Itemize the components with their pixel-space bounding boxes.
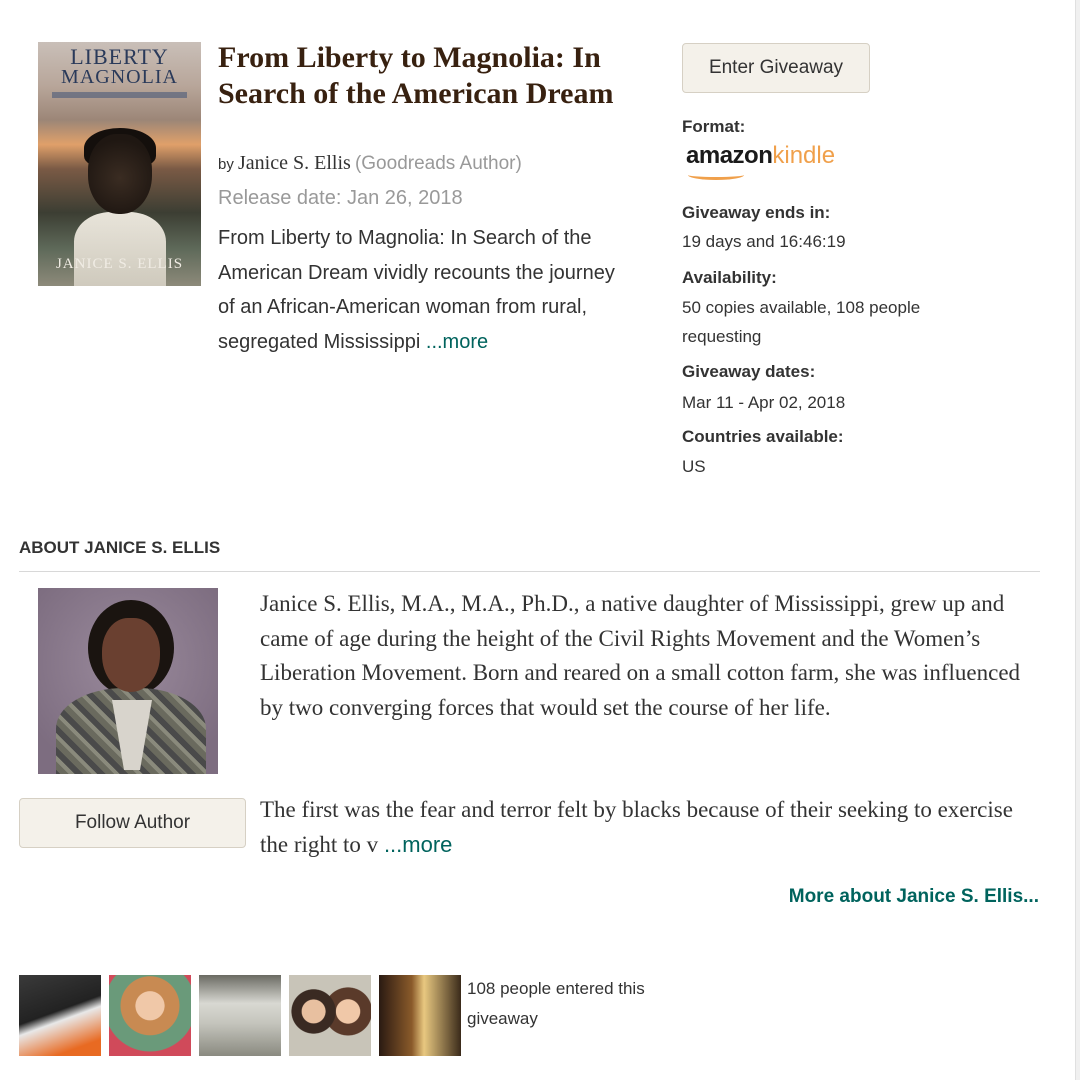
kindle-logo-text: kindle (772, 142, 836, 169)
book-description-text: From Liberty to Magnolia: In Search of t… (218, 227, 615, 353)
availability-value: 50 copies available, 108 people requesti… (682, 298, 921, 346)
follow-author-button[interactable]: Follow Author (19, 798, 246, 848)
countries-label: Countries available: (682, 427, 844, 446)
section-divider (19, 571, 1040, 572)
book-title[interactable]: From Liberty to Magnolia: In Search of t… (218, 40, 638, 112)
entrant-avatars (19, 975, 461, 1056)
entrant-avatar[interactable] (289, 975, 371, 1056)
author-link[interactable]: Janice S. Ellis (238, 152, 351, 174)
ends-label: Giveaway ends in: (682, 203, 831, 222)
amazon-smile-icon (688, 170, 744, 180)
book-description: From Liberty to Magnolia: In Search of t… (218, 221, 618, 359)
dates-value: Mar 11 - Apr 02, 2018 (682, 393, 846, 412)
more-about-author-link[interactable]: More about Janice S. Ellis... (789, 886, 1039, 908)
countries-value: US (682, 457, 706, 476)
by-label: by (218, 156, 234, 173)
description-more-link[interactable]: ...more (426, 331, 488, 353)
cover-title-line2: MAGNOLIA (61, 66, 178, 88)
entrant-avatar[interactable] (379, 975, 461, 1056)
amazon-kindle-logo: amazonkindle (686, 142, 835, 182)
amazon-logo-text: amazon (686, 142, 773, 169)
author-bio-paragraph-2: The first was the fear and terror felt b… (260, 793, 1030, 862)
ends-value: 19 days and 16:46:19 (682, 232, 846, 251)
cover-author: JANICE S. ELLIS (55, 256, 184, 272)
enter-giveaway-button[interactable]: Enter Giveaway (682, 43, 870, 93)
book-cover[interactable]: LIBERTY MAGNOLIA JANICE S. ELLIS (38, 42, 201, 286)
bio-more-link[interactable]: ...more (384, 832, 452, 857)
availability-label: Availability: (682, 268, 777, 287)
about-author-heading: ABOUT JANICE S. ELLIS (19, 538, 221, 557)
author-photo[interactable] (38, 588, 218, 774)
author-bio-paragraph-2-text: The first was the fear and terror felt b… (260, 797, 1013, 857)
format-label: Format: (682, 117, 746, 136)
author-bio-paragraph-1: Janice S. Ellis, M.A., M.A., Ph.D., a na… (260, 591, 1021, 720)
entrant-avatar[interactable] (199, 975, 281, 1056)
byline: by Janice S. Ellis (Goodreads Author) (218, 152, 522, 175)
release-date: Release date: Jan 26, 2018 (218, 187, 463, 209)
cover-subtitle-bar (52, 92, 187, 98)
dates-label: Giveaway dates: (682, 362, 816, 381)
entrant-avatar[interactable] (19, 975, 101, 1056)
page-edge-scrollbar[interactable] (1075, 0, 1080, 1080)
goodreads-author-tag: (Goodreads Author) (354, 153, 522, 174)
entrants-count-text: 108 people entered this giveaway (467, 979, 645, 1028)
entrant-avatar[interactable] (109, 975, 191, 1056)
